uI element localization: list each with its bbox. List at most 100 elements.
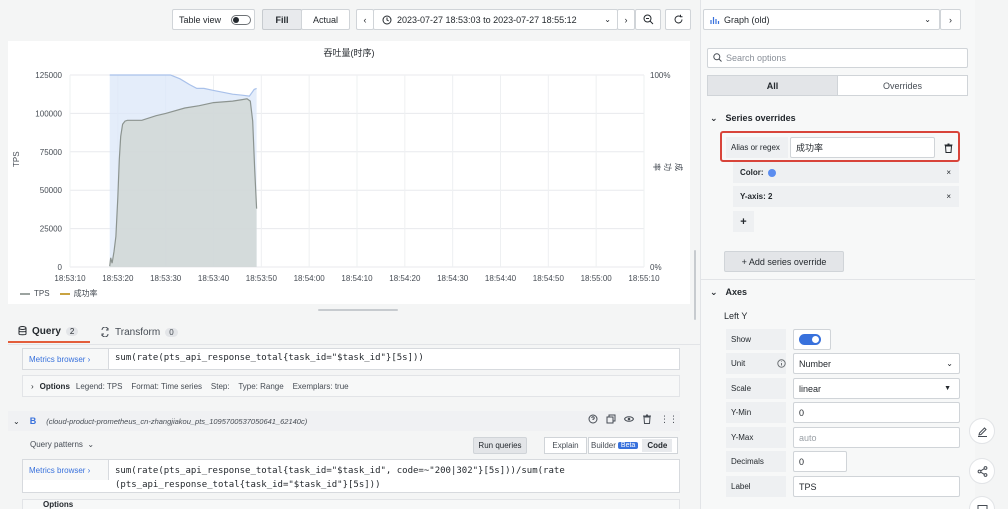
y2-axis-label: 成功率: [652, 163, 683, 171]
metrics-browser-button-b[interactable]: Metrics browser ›: [23, 460, 109, 480]
legend-label: 成功率: [73, 289, 98, 298]
scale-label: Scale: [726, 378, 786, 399]
x-tick-label: 18:55:00: [581, 274, 613, 283]
color-label: Color:: [740, 168, 764, 177]
refresh-button[interactable]: [665, 9, 691, 30]
x-tick-label: 18:54:40: [485, 274, 517, 283]
decimals-input[interactable]: 0: [793, 451, 847, 472]
label-label: Label: [726, 476, 786, 497]
chevron-right-icon: ›: [31, 381, 34, 391]
tab-query-label: Query: [32, 325, 61, 337]
query-b-options-row[interactable]: Options: [22, 499, 680, 509]
x-tick-label: 18:53:50: [246, 274, 278, 283]
add-series-override-button[interactable]: + Add series override: [724, 251, 844, 272]
eye-icon[interactable]: [623, 414, 635, 426]
section-divider: [701, 279, 975, 280]
add-property-button[interactable]: +: [733, 211, 754, 232]
color-override-row[interactable]: Color: ×: [733, 162, 959, 183]
axes-section-header[interactable]: ⌄ Axes: [710, 287, 747, 298]
time-range-picker[interactable]: 2023-07-27 18:53:03 to 2023-07-27 18:55:…: [373, 9, 618, 30]
chart-legend: TPS 成功率: [20, 288, 98, 299]
query-b-ref: B: [29, 416, 37, 426]
axis-label-input[interactable]: TPS: [793, 476, 960, 497]
actual-button[interactable]: Actual: [301, 9, 350, 30]
tabs-divider: [8, 344, 700, 345]
drag-handle-icon[interactable]: ⋮⋮: [660, 414, 678, 426]
time-back-button[interactable]: ‹: [356, 9, 374, 30]
query-a-options-row[interactable]: › Options Legend: TPS Format: Time serie…: [22, 375, 680, 397]
legend-item[interactable]: 成功率: [59, 288, 98, 299]
ymin-input[interactable]: 0: [793, 402, 960, 423]
tab-transform-count: 0: [165, 327, 178, 337]
run-queries-button[interactable]: Run queries: [473, 437, 527, 454]
actual-label: Actual: [312, 14, 338, 25]
editor-mode-switch: Builder Beta Code: [588, 437, 678, 454]
query-patterns-dropdown[interactable]: Query patterns ⌄: [30, 440, 94, 449]
show-label: Show: [726, 329, 786, 350]
builder-mode-button[interactable]: Builder: [589, 441, 616, 450]
y-tick-label: 125000: [35, 71, 62, 80]
x-tick-label: 18:54:20: [389, 274, 421, 283]
legend-item[interactable]: TPS: [20, 288, 50, 299]
table-view-toggle[interactable]: Table view: [172, 9, 255, 30]
query-a-expression[interactable]: sum(rate(pts_api_response_total{task_id=…: [115, 353, 424, 363]
alias-label: Alias or regex: [726, 137, 788, 158]
tab-query[interactable]: Query 2: [8, 321, 90, 343]
refresh-icon: [673, 14, 684, 25]
edit-icon[interactable]: [969, 418, 995, 444]
scale-select[interactable]: linear ▼: [793, 378, 960, 399]
color-swatch[interactable]: [767, 168, 776, 177]
query-a-input-row: Metrics browser › sum(rate(pts_api_respo…: [22, 348, 680, 370]
x-tick-label: 18:55:10: [628, 274, 660, 283]
x-tick-label: 18:54:50: [533, 274, 565, 283]
x-tick-label: 18:53:30: [150, 274, 182, 283]
explain-toggle[interactable]: Explain: [544, 437, 587, 454]
duplicate-icon[interactable]: [606, 414, 616, 426]
toggle-switch[interactable]: [231, 15, 251, 25]
code-mode-button[interactable]: Code: [642, 439, 673, 452]
decimals-label: Decimals: [726, 451, 786, 472]
y-axis-label: TPS: [12, 151, 21, 167]
x-tick-label: 18:54:30: [437, 274, 469, 283]
chart-plot[interactable]: 0 25000 50000 75000 100000 125000 18:53:10 18:5…: [8, 41, 690, 304]
trash-icon[interactable]: [642, 414, 652, 426]
tab-overrides[interactable]: Overrides: [837, 75, 968, 96]
left-y-title: Left Y: [724, 311, 748, 321]
search-placeholder: Search options: [726, 53, 787, 63]
time-range-text: 2023-07-27 18:53:03 to 2023-07-27 18:55:…: [397, 14, 577, 25]
alias-input[interactable]: 成功率: [790, 137, 935, 158]
show-toggle[interactable]: [799, 334, 821, 345]
panel-resize-handle[interactable]: [318, 309, 398, 311]
visualization-picker[interactable]: Graph (old) ⌄: [703, 9, 940, 30]
tab-transform[interactable]: Transform 0: [100, 321, 178, 343]
x-tick-label: 18:54:00: [294, 274, 326, 283]
remove-color-icon[interactable]: ×: [946, 168, 951, 177]
series-overrides-section-header[interactable]: ⌄ Series overrides: [710, 113, 796, 124]
unit-select[interactable]: Number ⌄: [793, 353, 960, 374]
show-toggle-field: [793, 329, 831, 350]
viz-name: Graph (old): [724, 14, 770, 25]
y-tick-label: 75000: [40, 148, 63, 157]
collapse-options-button[interactable]: ›: [940, 9, 961, 30]
chevron-down-icon: ⌄: [710, 287, 718, 297]
graph-panel: 吞吐量(时序) 0 25000 50000 75000 100000 125000 18:5…: [8, 41, 690, 311]
help-icon[interactable]: [588, 414, 598, 426]
query-b-header[interactable]: ⌄ B (cloud-product-prometheus_cn-zhangji…: [8, 411, 680, 431]
beta-badge: Beta: [617, 442, 639, 449]
time-forward-button[interactable]: ›: [617, 9, 635, 30]
metrics-browser-button-a[interactable]: Metrics browser ›: [23, 349, 109, 369]
delete-override-icon[interactable]: [944, 143, 953, 155]
y-tick-label: 100000: [35, 109, 62, 118]
search-options-input[interactable]: Search options: [707, 48, 968, 68]
tab-all[interactable]: All: [707, 75, 838, 96]
pane-splitter[interactable]: [694, 250, 696, 320]
fill-label: Fill: [275, 14, 289, 25]
remove-yaxis-icon[interactable]: ×: [946, 192, 951, 201]
fill-button[interactable]: Fill: [262, 9, 302, 30]
query-b-expression[interactable]: sum(rate(pts_api_response_total{task_id=…: [115, 464, 565, 492]
share-icon[interactable]: [969, 458, 995, 484]
zoom-out-button[interactable]: [635, 9, 661, 30]
yaxis-override-row[interactable]: Y-axis: 2 ×: [733, 186, 959, 207]
ymax-input[interactable]: auto: [793, 427, 960, 448]
ymax-label: Y-Max: [726, 427, 786, 448]
